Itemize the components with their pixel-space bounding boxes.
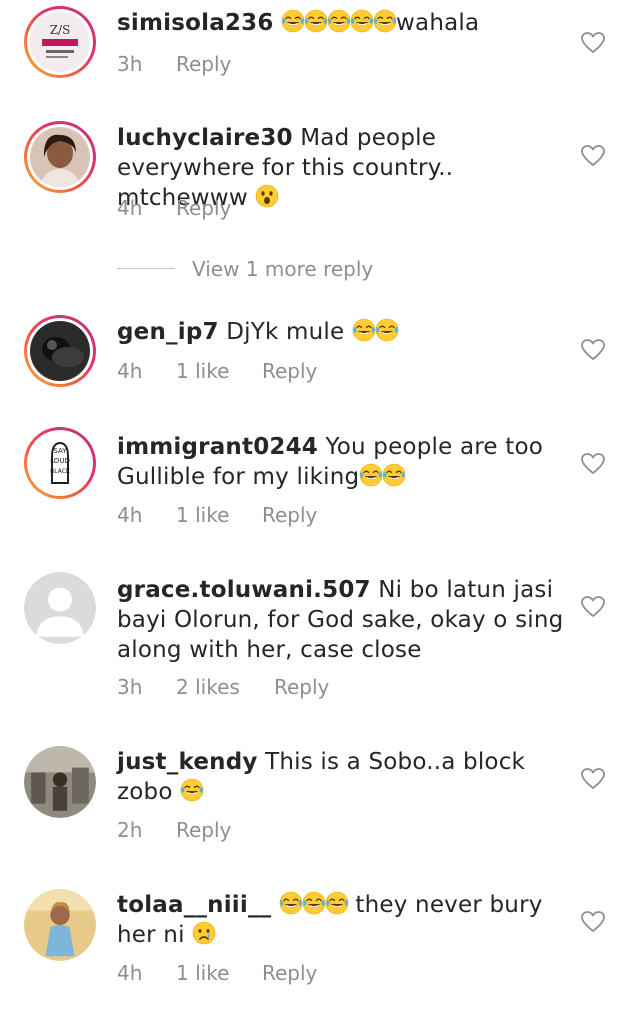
comment-username[interactable]: just_kendy xyxy=(117,749,258,775)
reply-button[interactable]: Reply xyxy=(274,674,329,700)
joy-emoji-icon xyxy=(350,9,374,33)
avatar[interactable] xyxy=(24,572,96,644)
svg-text:Z/S: Z/S xyxy=(50,23,71,37)
joy-emoji-icon xyxy=(359,463,384,487)
avatar[interactable]: SAY LOUD BLACK xyxy=(24,427,96,499)
joy-emoji-icon xyxy=(382,463,407,487)
comment-username[interactable]: luchyclaire30 xyxy=(117,125,293,151)
joy-emoji-icon xyxy=(281,9,305,33)
like-count[interactable]: 1 like xyxy=(176,960,229,986)
joy-emoji-icon xyxy=(180,778,204,802)
heart-outline-icon[interactable] xyxy=(580,143,606,169)
astonished-emoji-icon xyxy=(255,184,279,208)
svg-text:BLACK: BLACK xyxy=(50,468,71,475)
comment-time: 4h xyxy=(117,359,143,383)
heart-outline-icon[interactable] xyxy=(580,594,606,620)
joy-emoji-icon xyxy=(279,891,303,915)
like-count[interactable]: 1 like xyxy=(176,502,229,528)
view-more-replies-label[interactable]: View 1 more reply xyxy=(192,256,373,282)
joy-emoji-icon xyxy=(375,318,399,342)
room-photo-avatar-icon xyxy=(24,746,96,818)
joy-emoji-icon xyxy=(373,9,397,33)
comment-username[interactable]: grace.toluwani.507 xyxy=(117,577,371,603)
comment-text xyxy=(274,10,282,36)
comment-time: 3h xyxy=(117,52,143,76)
avatar[interactable] xyxy=(24,889,96,961)
avatar[interactable] xyxy=(24,121,96,193)
joy-emoji-icon xyxy=(304,9,328,33)
comment-text: DjYk mule xyxy=(218,319,352,345)
like-count[interactable]: 2 likes xyxy=(176,674,240,700)
comment-time: 4h xyxy=(117,961,143,985)
svg-text:SAY: SAY xyxy=(53,447,67,455)
joy-emoji-icon xyxy=(325,891,349,915)
heart-outline-icon[interactable] xyxy=(580,337,606,363)
avatar[interactable] xyxy=(24,746,96,818)
crying-emoji-icon xyxy=(192,921,216,945)
reply-button[interactable]: Reply xyxy=(262,502,317,528)
heart-outline-icon[interactable] xyxy=(580,909,606,935)
comment-username[interactable]: tolaa__niii__ xyxy=(117,892,271,918)
default-avatar-icon xyxy=(24,572,96,644)
comment-time: 4h xyxy=(117,196,143,220)
joy-emoji-icon xyxy=(302,891,326,915)
reply-button[interactable]: Reply xyxy=(262,358,317,384)
heart-outline-icon[interactable] xyxy=(580,766,606,792)
zs-logo-avatar-icon: Z/S xyxy=(30,12,90,72)
comment-text: wahala xyxy=(396,10,480,36)
comment-time: 4h xyxy=(117,503,143,527)
dark-photo-avatar-icon xyxy=(30,321,90,381)
reply-button[interactable]: Reply xyxy=(176,817,231,843)
comment-time: 3h xyxy=(117,675,143,699)
say-it-loud-avatar-icon: SAY LOUD BLACK xyxy=(30,433,90,493)
heart-outline-icon[interactable] xyxy=(580,30,606,56)
girl-photo-avatar-icon xyxy=(24,889,96,961)
comment-username[interactable]: gen_ip7 xyxy=(117,319,219,345)
avatar[interactable]: Z/S xyxy=(24,6,96,78)
joy-emoji-icon xyxy=(352,318,376,342)
heart-outline-icon[interactable] xyxy=(580,451,606,477)
svg-text:LOUD: LOUD xyxy=(50,457,70,465)
joy-emoji-icon xyxy=(327,9,351,33)
reply-button[interactable]: Reply xyxy=(176,195,231,221)
reply-button[interactable]: Reply xyxy=(176,51,231,77)
avatar[interactable] xyxy=(24,315,96,387)
comment-time: 2h xyxy=(117,818,143,842)
comment-username[interactable]: simisola236 xyxy=(117,10,274,36)
comment-username[interactable]: immigrant0244 xyxy=(117,434,318,460)
woman-avatar-icon xyxy=(30,127,90,187)
divider xyxy=(117,268,175,269)
reply-button[interactable]: Reply xyxy=(262,960,317,986)
like-count[interactable]: 1 like xyxy=(176,358,229,384)
comment-text-block: grace.toluwani.507 Ni bo latun jasi bayi… xyxy=(117,575,572,665)
